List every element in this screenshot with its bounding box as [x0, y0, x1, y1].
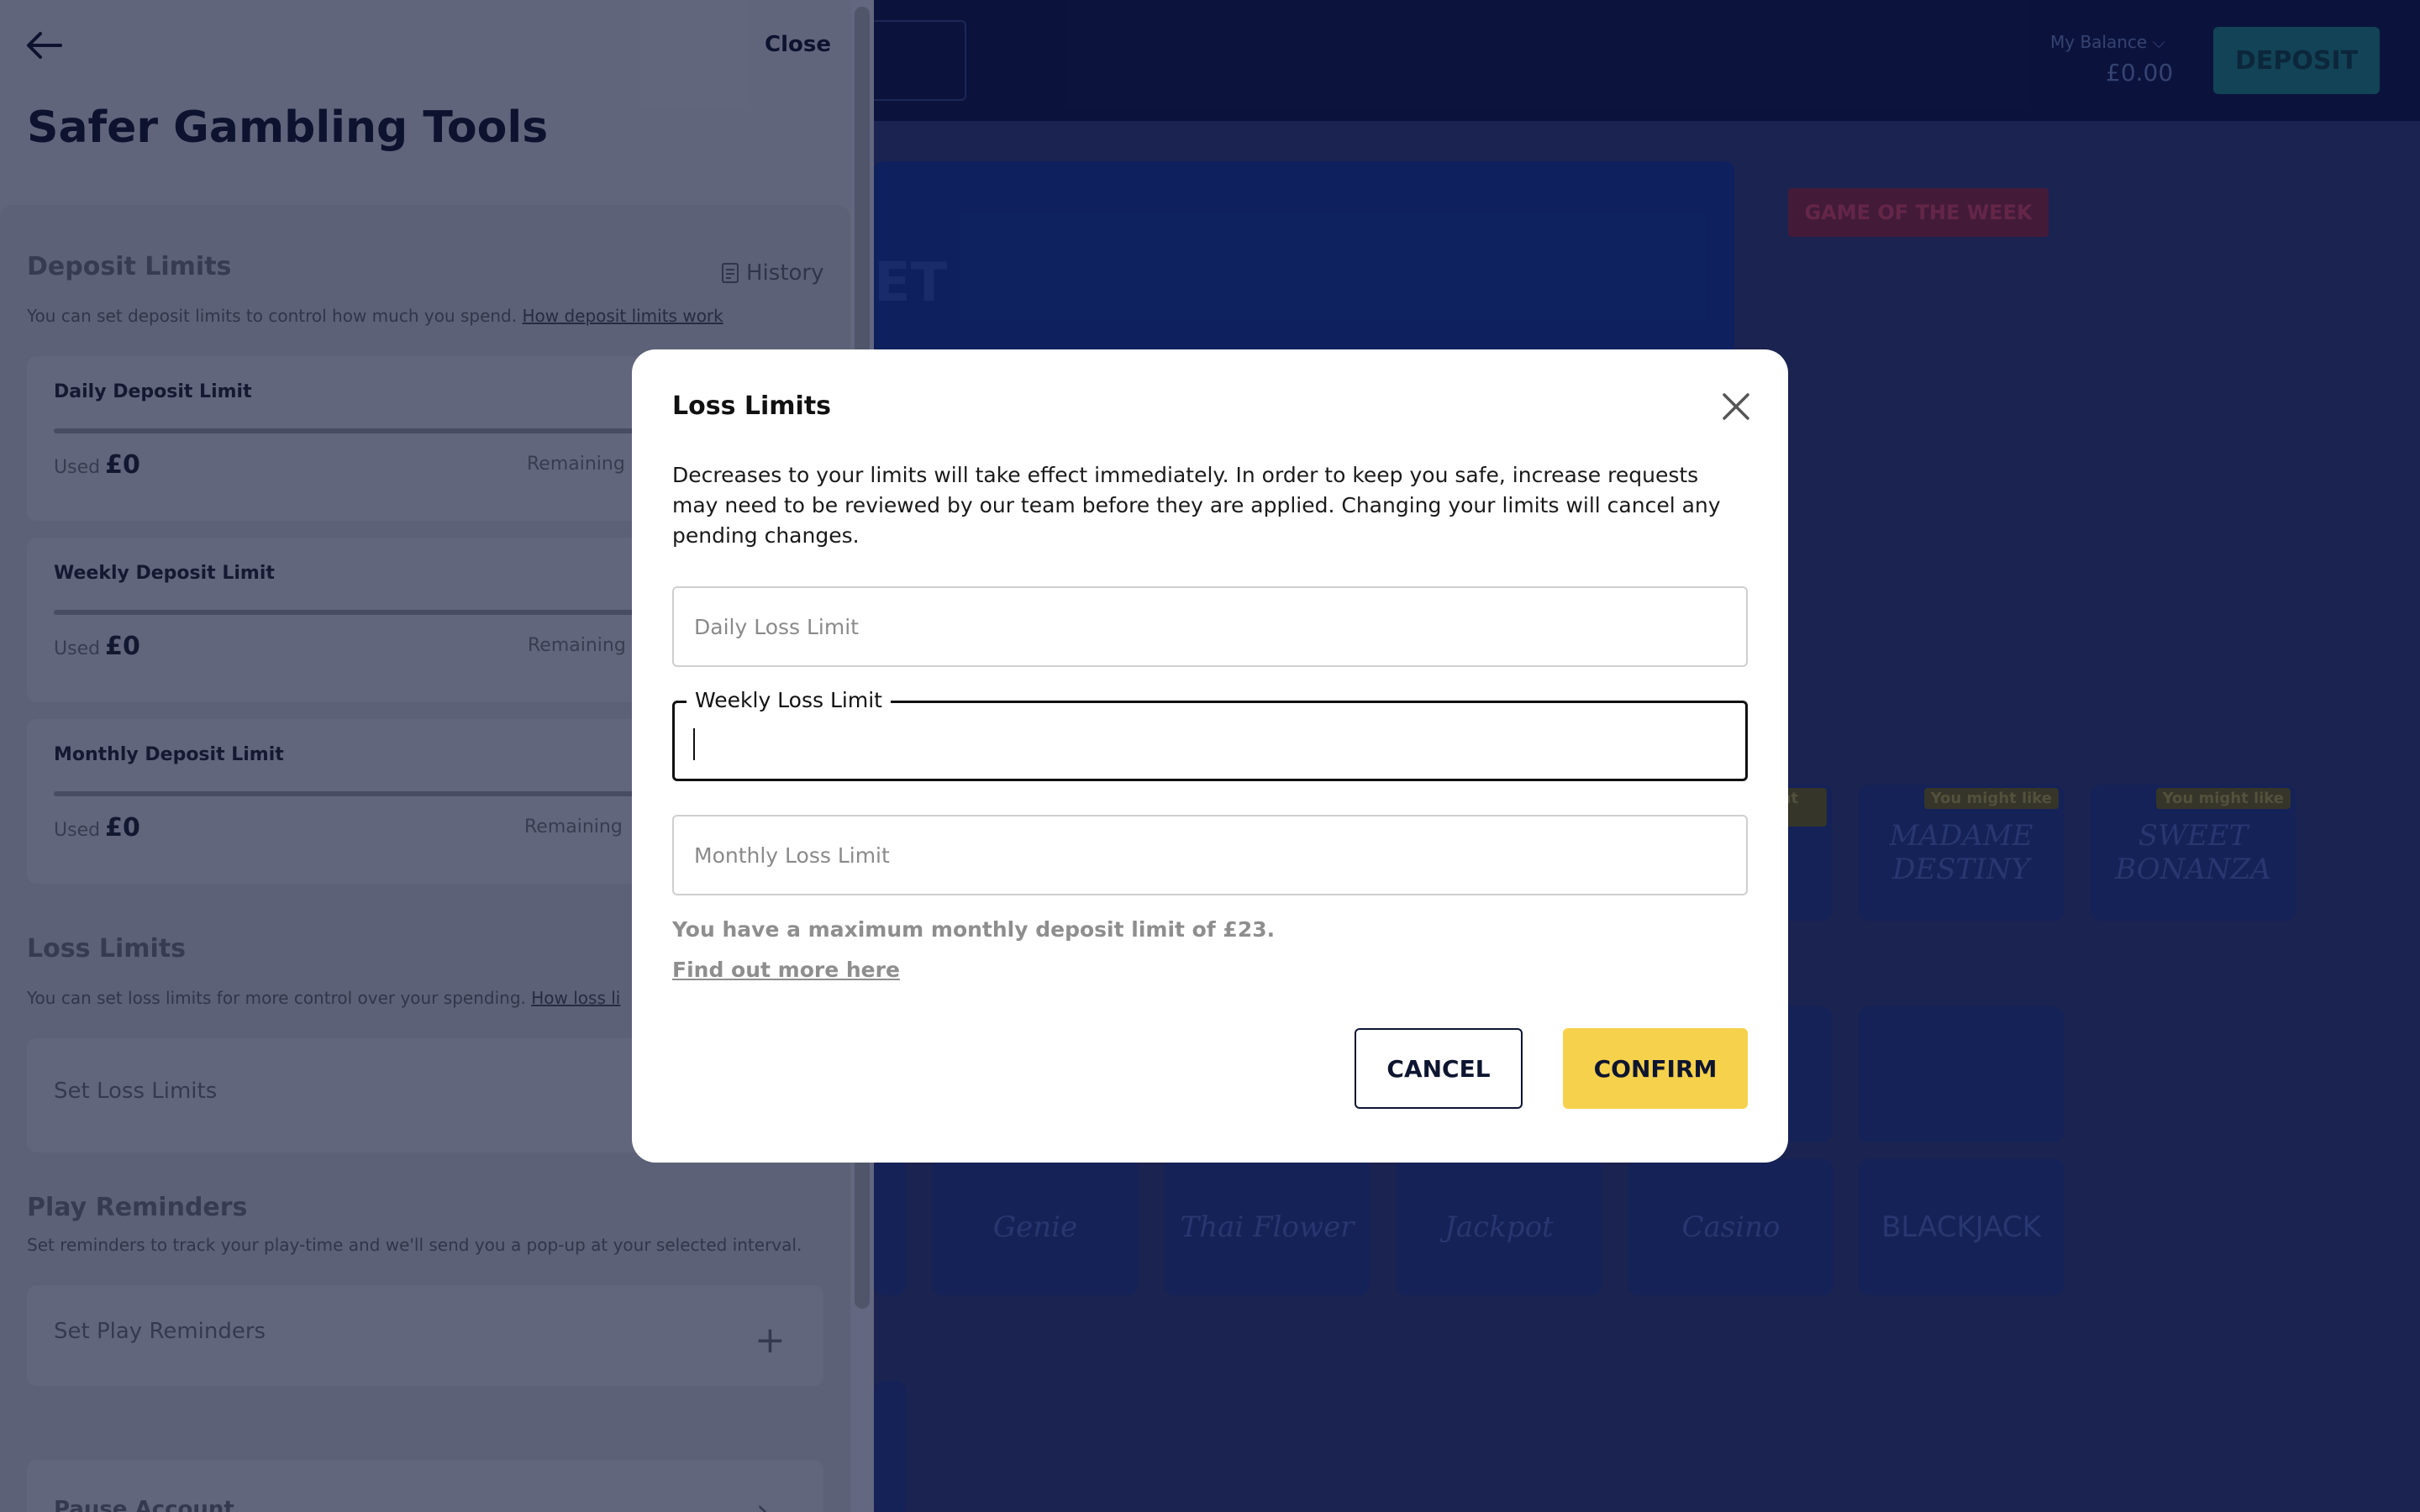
monthly-loss-limit-input[interactable]: [674, 816, 1746, 894]
daily-loss-limit-field[interactable]: [672, 586, 1748, 667]
loss-limits-modal: Loss Limits Decreases to your limits wil…: [632, 349, 1788, 1163]
cancel-button[interactable]: CANCEL: [1355, 1028, 1523, 1109]
modal-title: Loss Limits: [672, 391, 832, 421]
confirm-button[interactable]: CONFIRM: [1563, 1028, 1748, 1109]
weekly-loss-limit-field[interactable]: Weekly Loss Limit: [672, 688, 1748, 781]
close-icon[interactable]: [1721, 391, 1751, 422]
find-out-more-link[interactable]: Find out more here: [672, 958, 900, 982]
modal-description: Decreases to your limits will take effec…: [672, 463, 1721, 548]
weekly-loss-limit-input[interactable]: [675, 703, 1745, 779]
monthly-loss-limit-field[interactable]: [672, 815, 1748, 895]
daily-loss-limit-input[interactable]: [674, 588, 1746, 665]
text-cursor: [693, 728, 695, 760]
max-deposit-info: You have a maximum monthly deposit limit…: [672, 917, 1276, 942]
